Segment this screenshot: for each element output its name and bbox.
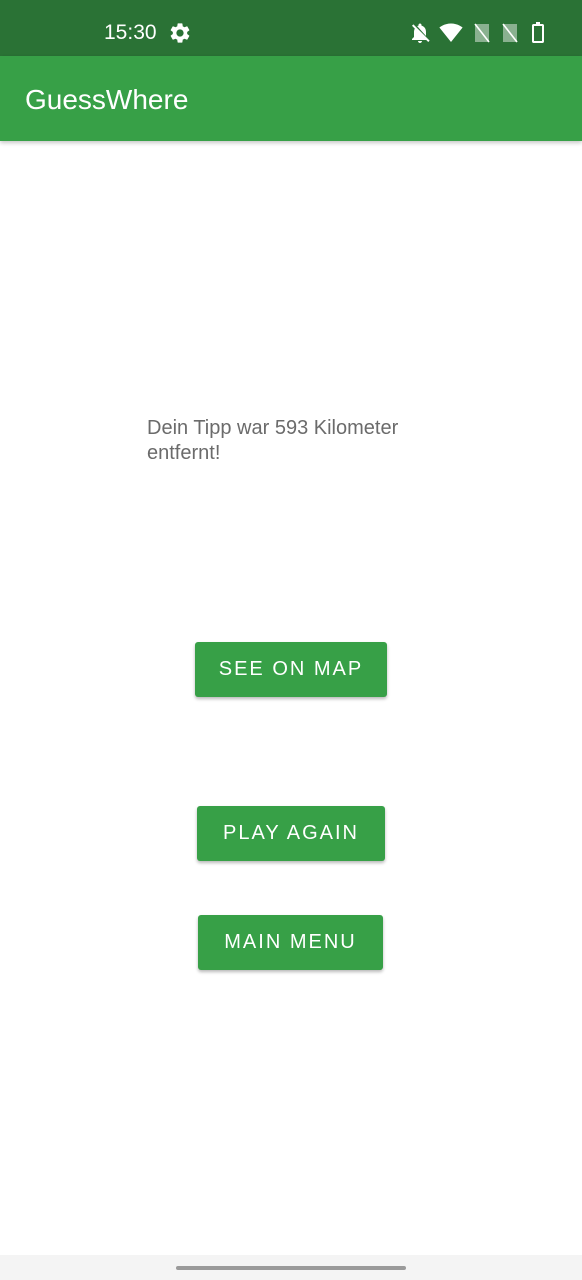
app-title: GuessWhere [25, 84, 189, 115]
navigation-bar [0, 1255, 582, 1280]
status-bar: 15:30 [0, 0, 582, 56]
signal-off-icon [474, 23, 490, 43]
see-on-map-button[interactable]: SEE ON MAP [195, 642, 387, 697]
signal-off-icon [502, 23, 518, 43]
status-time: 15:30 [104, 21, 157, 44]
play-again-button[interactable]: PLAY AGAIN [197, 806, 385, 861]
distance-result-text: Dein Tipp war 593 Kilometer entfernt! [147, 417, 399, 464]
wifi-icon [439, 23, 463, 42]
gear-icon [170, 23, 190, 43]
app-bar: GuessWhere [0, 56, 582, 141]
notifications-off-icon [412, 23, 430, 43]
result-screen: 15:30 GuessWhere Dein Tipp war 593 Kilom… [0, 0, 582, 1280]
main-menu-button[interactable]: MAIN MENU [198, 915, 383, 970]
home-gesture-handle[interactable] [176, 1266, 406, 1270]
battery-icon [532, 22, 544, 43]
